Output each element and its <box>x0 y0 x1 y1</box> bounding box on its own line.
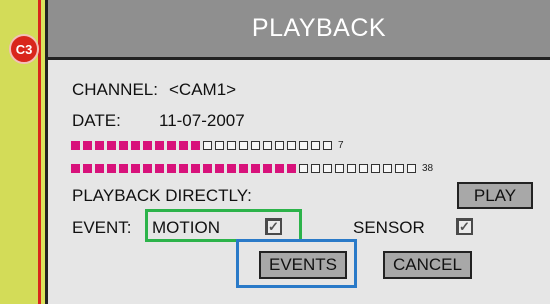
empty-segment <box>407 164 416 173</box>
recorded-segment <box>155 164 164 173</box>
title-bar: PLAYBACK <box>48 0 550 60</box>
recorded-segment <box>131 141 140 150</box>
empty-segment <box>311 141 320 150</box>
timeline-bar-2: 38 <box>71 163 433 174</box>
empty-segment <box>299 164 308 173</box>
recorded-segment <box>263 164 272 173</box>
empty-segment <box>215 141 224 150</box>
empty-segment <box>251 141 260 150</box>
recorded-segment <box>275 164 284 173</box>
recorded-segment <box>143 164 152 173</box>
recorded-segment <box>251 164 260 173</box>
empty-segment <box>395 164 404 173</box>
play-button[interactable]: PLAY <box>457 182 533 209</box>
empty-segment <box>359 164 368 173</box>
timeline-bar-1: 7 <box>71 140 344 151</box>
empty-segment <box>299 141 308 150</box>
step-badge: C3 <box>9 34 39 64</box>
date-value[interactable]: 11-07-2007 <box>159 111 245 131</box>
empty-segment <box>323 141 332 150</box>
recorded-segment <box>143 141 152 150</box>
date-label: DATE: <box>72 111 121 130</box>
empty-segment <box>263 141 272 150</box>
checkmark-icon: ✓ <box>459 218 470 234</box>
empty-segment <box>287 141 296 150</box>
recorded-segment <box>95 141 104 150</box>
recorded-segment <box>179 164 188 173</box>
recorded-segment <box>287 164 296 173</box>
recorded-segment <box>227 164 236 173</box>
events-button[interactable]: EVENTS <box>259 251 347 279</box>
recorded-segment <box>167 164 176 173</box>
empty-segment <box>203 141 212 150</box>
recorded-segment <box>119 164 128 173</box>
channel-value[interactable]: <CAM1> <box>169 80 236 100</box>
motion-label: MOTION <box>152 218 220 237</box>
channel-label: CHANNEL: <box>72 80 158 99</box>
recorded-segment <box>131 164 140 173</box>
empty-segment <box>311 164 320 173</box>
recorded-segment <box>71 141 80 150</box>
recorded-segment <box>155 141 164 150</box>
checkmark-icon: ✓ <box>268 218 279 234</box>
dialog-title: PLAYBACK <box>251 14 387 42</box>
empty-segment <box>227 141 236 150</box>
playback-dialog: PLAYBACK CHANNEL: <CAM1> DATE: 11-07-200… <box>45 0 550 304</box>
empty-segment <box>347 164 356 173</box>
recorded-segment <box>107 164 116 173</box>
segment-count: 38 <box>422 163 434 174</box>
recorded-segment <box>107 141 116 150</box>
recorded-segment <box>239 164 248 173</box>
recorded-segment <box>83 164 92 173</box>
recorded-segment <box>191 141 200 150</box>
empty-segment <box>383 164 392 173</box>
sensor-checkbox[interactable]: ✓ <box>456 218 473 235</box>
cancel-button[interactable]: CANCEL <box>383 251 472 279</box>
sensor-label: SENSOR <box>353 218 425 237</box>
recorded-segment <box>167 141 176 150</box>
event-label: EVENT: <box>72 218 132 237</box>
recorded-segment <box>83 141 92 150</box>
recorded-segment <box>215 164 224 173</box>
segment-count: 7 <box>338 140 344 151</box>
empty-segment <box>239 141 248 150</box>
playback-directly-label: PLAYBACK DIRECTLY: <box>72 186 252 205</box>
empty-segment <box>335 164 344 173</box>
recorded-segment <box>191 164 200 173</box>
recorded-segment <box>203 164 212 173</box>
empty-segment <box>371 164 380 173</box>
recorded-segment <box>95 164 104 173</box>
empty-segment <box>323 164 332 173</box>
recorded-segment <box>119 141 128 150</box>
motion-checkbox[interactable]: ✓ <box>265 218 282 235</box>
recorded-segment <box>71 164 80 173</box>
recorded-segment <box>179 141 188 150</box>
empty-segment <box>275 141 284 150</box>
